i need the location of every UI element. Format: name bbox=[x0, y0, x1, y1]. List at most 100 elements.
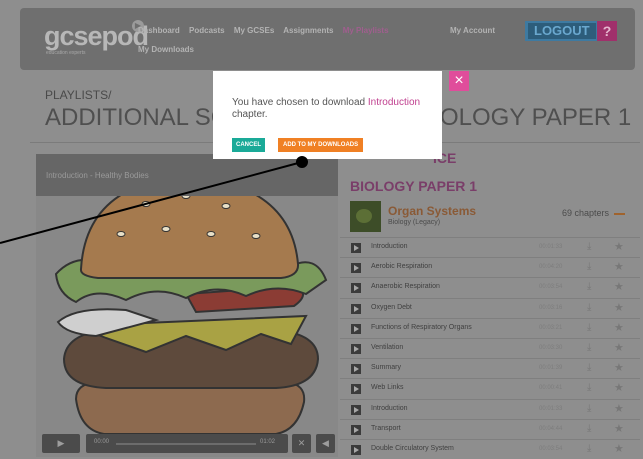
star-icon[interactable]: ★ bbox=[614, 260, 624, 273]
chapter-duration: 00:04:44 bbox=[539, 425, 563, 432]
play-icon[interactable] bbox=[351, 343, 361, 354]
collapse-icon[interactable] bbox=[614, 213, 625, 215]
course-thumbnail bbox=[350, 201, 381, 232]
nav-my-playlists[interactable]: My Playlists bbox=[343, 26, 389, 35]
download-icon[interactable]: ⤓ bbox=[587, 443, 591, 454]
chapter-title[interactable]: Double Circulatory System bbox=[371, 445, 454, 452]
chapter-title[interactable]: Web Links bbox=[371, 384, 404, 391]
download-icon[interactable]: ⤓ bbox=[587, 322, 591, 333]
download-icon[interactable]: ⤓ bbox=[587, 403, 591, 414]
chapter-duration: 00:03:21 bbox=[539, 324, 563, 331]
play-icon[interactable]: ▶ bbox=[42, 434, 80, 453]
nav-my-gcses[interactable]: My GCSEs bbox=[234, 26, 274, 35]
star-icon[interactable]: ★ bbox=[614, 402, 624, 415]
chapter-title[interactable]: Introduction bbox=[371, 405, 408, 412]
nav-my-downloads[interactable]: My Downloads bbox=[138, 45, 194, 54]
list-item[interactable]: Summary 00:01:39 ⤓ ★ bbox=[340, 358, 640, 378]
dialog-chapter-name: Introduction bbox=[367, 97, 421, 108]
star-icon[interactable]: ★ bbox=[614, 422, 624, 435]
download-icon[interactable]: ⤓ bbox=[587, 302, 591, 313]
chapter-duration: 00:01:39 bbox=[539, 365, 563, 372]
nav-dashboard[interactable]: Dashboard bbox=[138, 26, 180, 35]
chapter-title[interactable]: Ventilation bbox=[371, 344, 403, 351]
video-player[interactable]: Introduction - Healthy Bodies ▶ 00:00 01… bbox=[36, 154, 338, 457]
page-title-continued: OLOGY PAPER 1 bbox=[440, 104, 632, 131]
download-icon[interactable]: ⤓ bbox=[587, 362, 591, 373]
chapter-count: 69 chapters bbox=[562, 208, 610, 218]
chapter-duration: 00:03:54 bbox=[539, 284, 563, 291]
dialog-text-end: chapter. bbox=[232, 109, 268, 120]
play-icon[interactable] bbox=[351, 283, 361, 294]
playlist-title: BIOLOGY PAPER 1 bbox=[350, 178, 478, 194]
download-icon[interactable]: ⤓ bbox=[587, 241, 591, 252]
chapter-title[interactable]: Introduction bbox=[371, 243, 408, 250]
chapter-list: Introduction 00:01:33 ⤓ ★ Aerobic Respirati… bbox=[340, 237, 640, 459]
chapter-duration: 00:04:20 bbox=[539, 264, 563, 271]
chapter-duration: 00:03:30 bbox=[539, 344, 563, 351]
list-item[interactable]: Double Circulatory System 00:03:54 ⤓ ★ bbox=[340, 438, 640, 459]
course-subtitle: Biology (Legacy) bbox=[388, 219, 441, 226]
video-controls: ▶ 00:00 01:02 ✕ ◀ bbox=[36, 430, 338, 457]
volume-icon[interactable]: ◀ bbox=[316, 434, 335, 453]
star-icon[interactable]: ★ bbox=[614, 361, 624, 374]
list-item[interactable]: Ventilation 00:03:30 ⤓ ★ bbox=[340, 337, 640, 358]
chapter-title[interactable]: Aerobic Respiration bbox=[371, 263, 432, 270]
download-icon[interactable]: ⤓ bbox=[587, 342, 591, 353]
list-item[interactable]: Web Links 00:00:41 ⤓ ★ bbox=[340, 378, 640, 398]
star-icon[interactable]: ★ bbox=[614, 321, 624, 334]
logout-button[interactable]: LOGOUT bbox=[525, 21, 598, 41]
course-name[interactable]: Organ Systems bbox=[388, 204, 476, 218]
star-icon[interactable]: ★ bbox=[614, 341, 624, 354]
star-icon[interactable]: ★ bbox=[614, 301, 624, 314]
video-title: Introduction - Healthy Bodies bbox=[46, 171, 149, 180]
nav-assignments[interactable]: Assignments bbox=[283, 26, 333, 35]
burger-illustration bbox=[54, 174, 328, 435]
list-item[interactable]: Anaerobic Respiration 00:03:54 ⤓ ★ bbox=[340, 277, 640, 297]
list-item[interactable]: Introduction 00:01:33 ⤓ ★ bbox=[340, 237, 640, 257]
play-icon[interactable] bbox=[351, 444, 361, 455]
chapter-title[interactable]: Functions of Respiratory Organs bbox=[371, 324, 472, 331]
play-icon[interactable] bbox=[351, 364, 361, 375]
play-icon[interactable] bbox=[351, 424, 361, 435]
download-icon[interactable]: ⤓ bbox=[587, 261, 591, 272]
download-icon[interactable]: ⤓ bbox=[587, 382, 591, 393]
list-item[interactable]: Functions of Respiratory Organs 00:03:21 ⤓… bbox=[340, 317, 640, 338]
dialog-message: You have chosen to download Introduction… bbox=[232, 97, 432, 121]
play-icon[interactable] bbox=[351, 384, 361, 395]
chapter-title[interactable]: Summary bbox=[371, 364, 401, 371]
breadcrumb[interactable]: PLAYLISTS/ bbox=[45, 88, 111, 102]
close-icon[interactable]: × bbox=[449, 71, 469, 91]
chapter-duration: 00:01:33 bbox=[539, 244, 563, 250]
cancel-button[interactable]: CANCEL bbox=[232, 138, 265, 152]
play-icon[interactable] bbox=[351, 243, 361, 253]
play-icon[interactable] bbox=[351, 404, 361, 415]
list-item[interactable]: Aerobic Respiration 00:04:20 ⤓ ★ bbox=[340, 257, 640, 277]
star-icon[interactable]: ★ bbox=[614, 240, 624, 253]
video-progress-bar[interactable]: 00:00 01:02 bbox=[86, 434, 288, 453]
course-header[interactable]: Organ Systems Biology (Legacy) 69 chapte… bbox=[348, 198, 638, 236]
help-button[interactable]: ? bbox=[597, 21, 617, 41]
star-icon[interactable]: ★ bbox=[614, 381, 624, 394]
chapter-title[interactable]: Anaerobic Respiration bbox=[371, 283, 440, 290]
list-item[interactable]: Oxygen Debt 00:03:16 ⤓ ★ bbox=[340, 297, 640, 318]
progress-track[interactable] bbox=[116, 443, 256, 445]
download-icon[interactable]: ⤓ bbox=[587, 423, 591, 434]
chapter-duration: 00:03:16 bbox=[539, 304, 563, 311]
play-icon[interactable] bbox=[351, 263, 361, 274]
download-dialog: You have chosen to download Introduction… bbox=[213, 71, 442, 159]
top-header: gcsepod ▶ education experts Dashboard Po… bbox=[20, 8, 635, 70]
play-icon[interactable] bbox=[351, 323, 361, 334]
list-item[interactable]: Transport 00:04:44 ⤓ ★ bbox=[340, 418, 640, 439]
add-to-downloads-button[interactable]: ADD TO MY DOWNLOADS bbox=[278, 138, 364, 152]
chapter-title[interactable]: Oxygen Debt bbox=[371, 304, 412, 311]
time-elapsed: 00:00 bbox=[94, 439, 110, 445]
fullscreen-icon[interactable]: ✕ bbox=[292, 434, 311, 453]
star-icon[interactable]: ★ bbox=[614, 442, 624, 455]
star-icon[interactable]: ★ bbox=[614, 280, 624, 293]
nav-podcasts[interactable]: Podcasts bbox=[189, 26, 225, 35]
download-icon[interactable]: ⤓ bbox=[587, 281, 591, 292]
play-icon[interactable] bbox=[351, 303, 361, 314]
my-account-link[interactable]: My Account bbox=[450, 26, 495, 35]
chapter-title[interactable]: Transport bbox=[371, 425, 401, 432]
list-item[interactable]: Introduction 00:01:33 ⤓ ★ bbox=[340, 398, 640, 419]
